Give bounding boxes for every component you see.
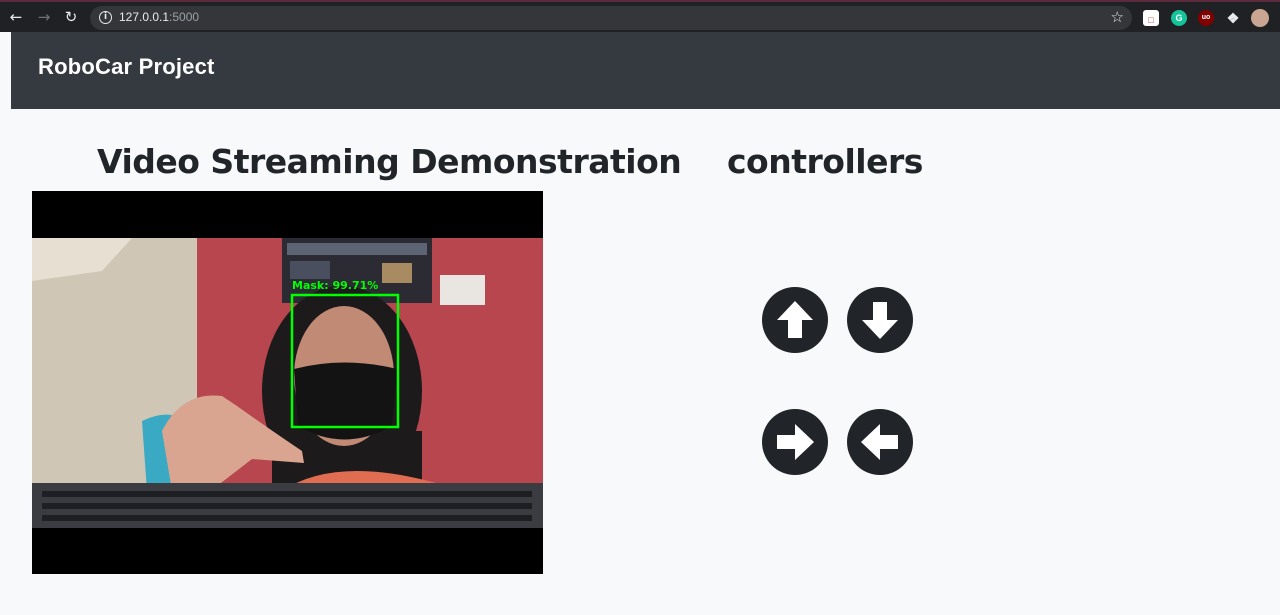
extensions-puzzle-icon[interactable]: ❖ [1225, 10, 1241, 26]
back-icon[interactable]: ← [7, 8, 25, 26]
navbar-brand[interactable]: RoboCar Project [38, 54, 215, 80]
site-info-icon[interactable]: i [99, 11, 112, 24]
detection-label: Mask: 99.71% [292, 279, 378, 292]
profile-avatar[interactable] [1251, 9, 1269, 27]
browser-toolbar: ← → ↻ i 127.0.0.1:5000 ☆ □ G uo ❖ [0, 0, 1280, 32]
forward-nav-icon[interactable]: → [35, 8, 53, 26]
video-stream: Mask: 99.71% [32, 191, 543, 574]
reload-icon[interactable]: ↻ [62, 8, 80, 26]
video-heading: Video Streaming Demonstration [97, 142, 682, 181]
arrow-right-icon [777, 424, 814, 460]
video-frame: Mask: 99.71% [32, 191, 543, 574]
bookmark-star-icon[interactable]: ☆ [1111, 8, 1124, 26]
right-button[interactable] [762, 409, 828, 475]
address-bar[interactable]: i 127.0.0.1:5000 ☆ [90, 6, 1132, 30]
left-button[interactable] [847, 409, 913, 475]
pocket-extension-icon[interactable]: □ [1143, 10, 1159, 26]
controllers-heading: controllers [727, 142, 923, 181]
arrow-down-icon [862, 302, 898, 339]
ublock-extension-icon[interactable]: uo [1198, 10, 1214, 26]
arrow-left-icon [861, 424, 898, 460]
backward-button[interactable] [847, 287, 913, 353]
grammarly-extension-icon[interactable]: G [1171, 10, 1187, 26]
forward-button[interactable] [762, 287, 828, 353]
navbar: RoboCar Project [11, 32, 1280, 109]
url-text: 127.0.0.1:5000 [119, 10, 200, 24]
arrow-up-icon [777, 301, 813, 338]
